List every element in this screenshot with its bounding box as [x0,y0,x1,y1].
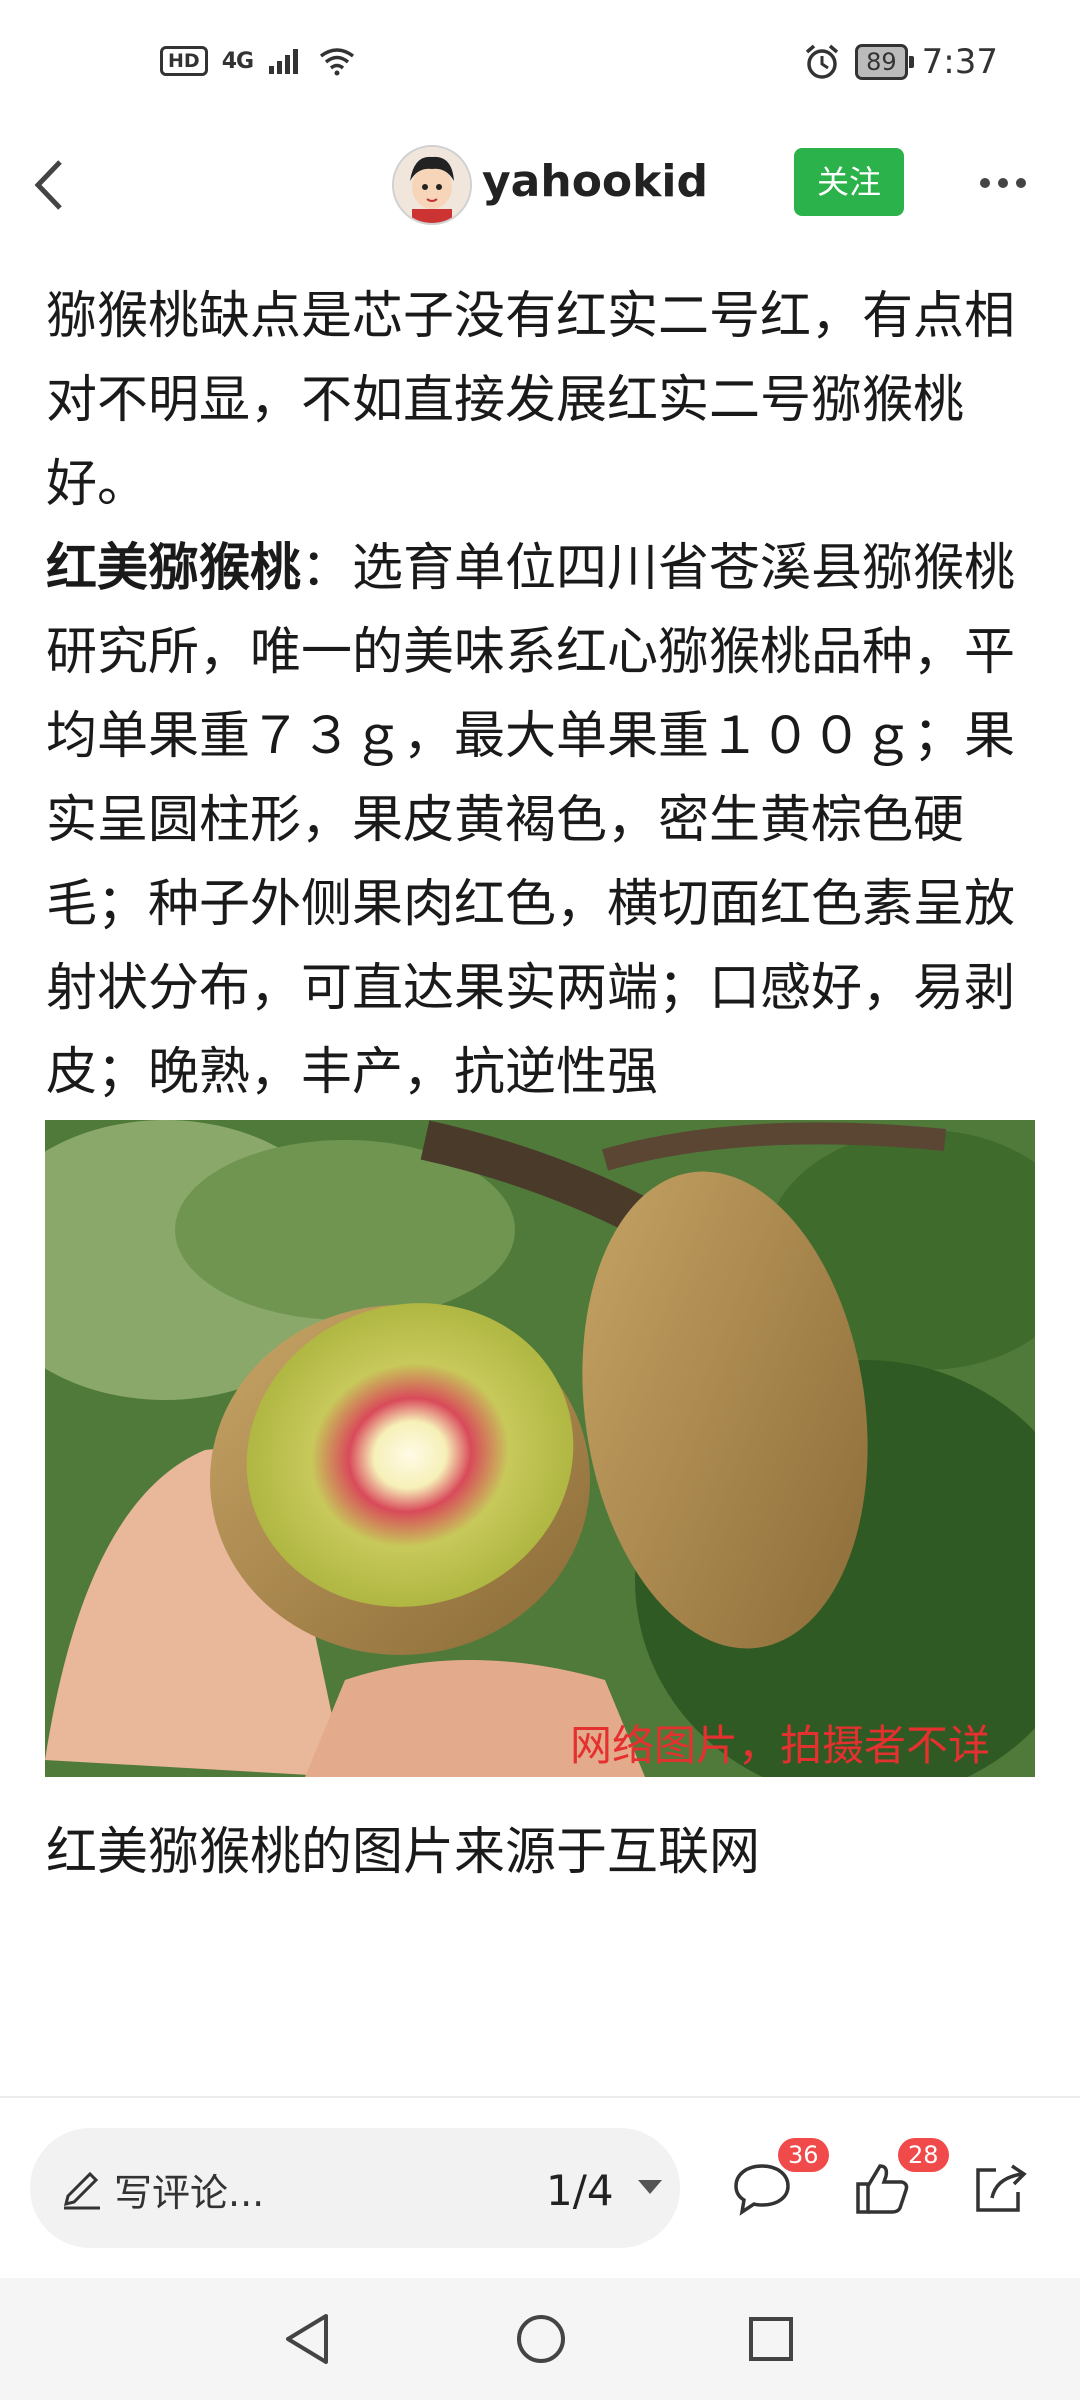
share-icon[interactable] [970,2160,1030,2216]
chevron-down-icon[interactable] [638,2180,662,2194]
system-nav-bar [0,2278,1080,2400]
thumbs-up-icon[interactable] [852,2160,912,2216]
comment-count-badge: 36 [778,2138,829,2172]
comment-icon[interactable] [732,2160,792,2216]
kiwi-photo-illustration: 网络图片，拍摄者不详 [45,1120,1035,1777]
like-count-badge: 28 [898,2138,949,2172]
image-caption: 红美猕猴桃的图片来源于互联网 [46,1823,761,1882]
clock: 7:37 [921,42,998,82]
comment-placeholder: 写评论... [114,2171,265,2215]
variety-name: 红美猕猴桃 [46,539,302,598]
avatar[interactable] [392,145,472,225]
status-bar: HD 4G 89 7:37 [0,0,1080,130]
alarm-icon [805,44,839,79]
avatar-face-icon [394,147,470,223]
variety-description: ：选育单位四川省苍溪县猕猴桃研究所，唯一的美味系红心猕猴桃品种，平均单果重７３ｇ… [46,539,1016,1102]
article-paragraph: 猕猴桃缺点是芯子没有红实二号红，有点相对不明显，不如直接发展红实二号猕猴桃好。 [46,287,1016,514]
article-body: 猕猴桃缺点是芯子没有红实二号红，有点相对不明显，不如直接发展红实二号猕猴桃好。 … [0,245,1080,2095]
wifi-icon [320,48,355,76]
hd-indicator: HD [160,46,208,76]
follow-button[interactable]: 关注 [794,148,904,216]
nav-back-icon[interactable] [282,2312,332,2366]
bottom-action-bar: 写评论... 1/4 36 28 [0,2098,1080,2278]
nav-recents-icon[interactable] [746,2314,796,2364]
more-options-icon[interactable] [980,178,1026,188]
battery-level: 89 [855,44,914,80]
author-name[interactable]: yahookid [482,156,708,207]
pencil-icon [63,2171,100,2210]
signal-icon [269,49,299,74]
photo-watermark: 网络图片，拍摄者不详 [570,1722,990,1769]
comment-input[interactable]: 写评论... 1/4 [30,2128,680,2248]
page-indicator[interactable]: 1/4 [546,2166,614,2215]
network-type: 4G [221,48,254,74]
nav-home-icon[interactable] [514,2312,568,2366]
article-header: yahookid 关注 [0,130,1080,245]
kiwi-photo[interactable]: 网络图片，拍摄者不详 [45,1120,1035,1777]
article-paragraph-variety: 红美猕猴桃：选育单位四川省苍溪县猕猴桃研究所，唯一的美味系红心猕猴桃品种，平均单… [46,527,1036,1115]
back-arrow-icon[interactable] [30,150,90,220]
